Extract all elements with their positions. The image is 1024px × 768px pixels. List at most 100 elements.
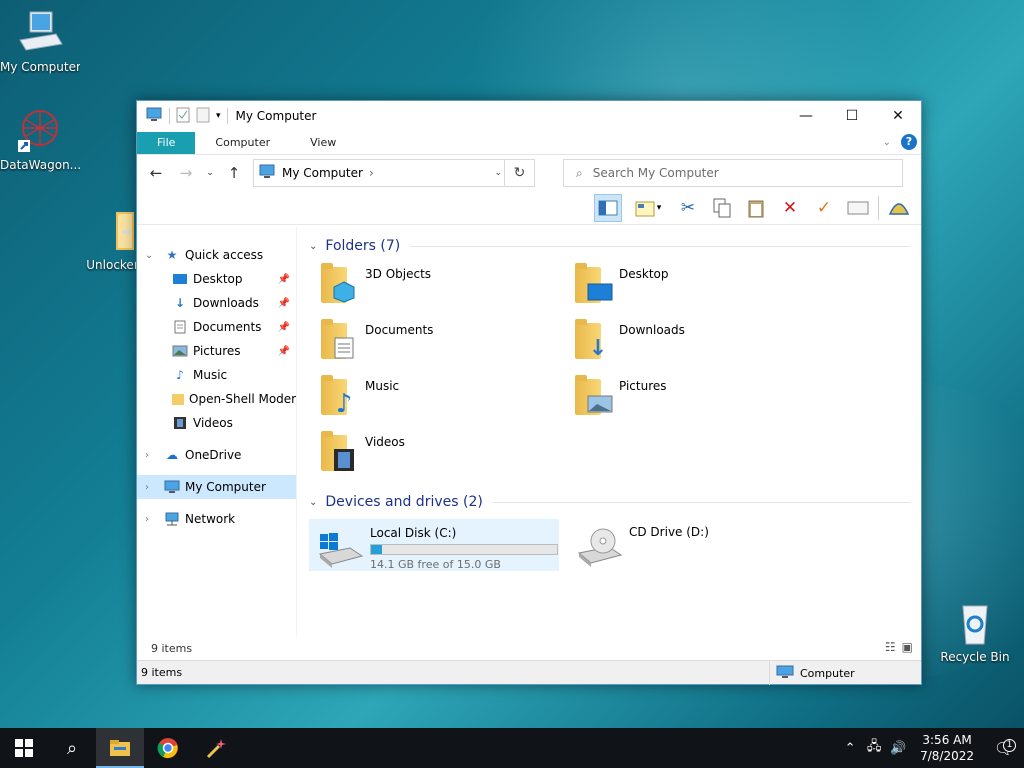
drive-cd-d[interactable]: CD Drive (D:): [569, 519, 819, 571]
magic-wand-taskbar-button[interactable]: [192, 728, 240, 768]
clock-date: 7/8/2022: [920, 749, 974, 763]
tab-file[interactable]: File: [137, 132, 196, 154]
chevron-down-icon[interactable]: ⌄: [145, 250, 163, 261]
search-input[interactable]: ⌕ Search My Computer: [563, 159, 903, 187]
drives-list: Local Disk (C:) 14.1 GB free of 15.0 GB …: [309, 519, 911, 571]
drive-usage-bar: [370, 544, 558, 555]
drive-local-disk-c[interactable]: Local Disk (C:) 14.1 GB free of 15.0 GB: [309, 519, 559, 571]
navigation-pane: ⌄ ★ Quick access Desktop 📌 ↓ Downloads 📌…: [137, 227, 297, 636]
email-icon[interactable]: [844, 194, 872, 222]
navigation-pane-button[interactable]: [594, 193, 622, 222]
properties-icon[interactable]: [176, 107, 190, 126]
chevron-right-icon[interactable]: ›: [145, 514, 163, 525]
chevron-up-icon[interactable]: ⌃: [838, 741, 862, 756]
close-button[interactable]: ✕: [875, 101, 921, 131]
view-options-button[interactable]: ▾: [628, 194, 668, 222]
nav-music[interactable]: ♪ Music: [137, 363, 296, 387]
folder-documents[interactable]: Documents: [319, 317, 573, 373]
tab-computer[interactable]: Computer: [195, 132, 290, 154]
nav-pictures[interactable]: Pictures 📌: [137, 339, 296, 363]
folder-desktop[interactable]: Desktop: [573, 261, 827, 317]
address-dropdown-icon[interactable]: ⌄: [494, 168, 502, 178]
chevron-down-icon[interactable]: ▾: [216, 111, 221, 121]
desktop-icon-datawagon[interactable]: DataWagon...: [0, 108, 80, 172]
chevron-down-icon[interactable]: ⌄: [309, 497, 317, 508]
cloud-icon: ☁: [166, 448, 178, 462]
folder-pictures[interactable]: Pictures: [573, 373, 827, 429]
copy-icon[interactable]: [708, 194, 736, 222]
search-button[interactable]: ⌕: [48, 728, 96, 768]
videos-folder-icon: [319, 429, 365, 477]
help-icon[interactable]: ?: [901, 134, 917, 150]
nav-quick-access[interactable]: ⌄ ★ Quick access: [137, 243, 296, 267]
computer-icon: [16, 10, 64, 58]
new-folder-icon[interactable]: [196, 107, 210, 126]
chevron-right-icon[interactable]: ›: [145, 482, 163, 493]
music-icon: ♪: [176, 368, 184, 382]
start-button[interactable]: [0, 728, 48, 768]
content-pane: ⌄ Folders (7) 3D Objects Desktop Documen…: [297, 227, 921, 636]
nav-desktop[interactable]: Desktop 📌: [137, 267, 296, 291]
nav-open-shell[interactable]: Open-Shell Modern: [137, 387, 296, 411]
breadcrumb-separator[interactable]: ›: [369, 166, 374, 180]
desktop-folder-icon: [573, 261, 619, 309]
nav-downloads[interactable]: ↓ Downloads 📌: [137, 291, 296, 315]
pin-icon: 📌: [277, 297, 290, 309]
minimize-button[interactable]: —: [783, 101, 829, 131]
folder-videos[interactable]: Videos: [319, 429, 573, 485]
expand-ribbon-icon[interactable]: ⌄: [883, 137, 891, 148]
quick-access-toolbar: ▾: [145, 107, 228, 126]
folder-3d-objects[interactable]: 3D Objects: [319, 261, 573, 317]
paste-icon[interactable]: [742, 194, 770, 222]
item-count: 9 items: [151, 641, 193, 655]
back-button[interactable]: ←: [145, 164, 167, 182]
pin-icon: 📌: [277, 345, 290, 357]
cut-icon[interactable]: ✂: [674, 194, 702, 222]
chrome-taskbar-button[interactable]: [144, 728, 192, 768]
tab-view[interactable]: View: [290, 132, 356, 154]
nav-my-computer[interactable]: › My Computer: [137, 475, 296, 499]
up-button[interactable]: ↑: [223, 164, 245, 182]
properties-check-icon[interactable]: ✓: [810, 194, 838, 222]
status-zone: Computer: [769, 661, 855, 685]
action-center-button[interactable]: 🗨 1: [984, 738, 1024, 758]
drive-name: Local Disk (C:): [370, 526, 457, 540]
download-arrow-icon: ↓: [174, 296, 186, 310]
maximize-button[interactable]: ☐: [829, 101, 875, 131]
folder-downloads[interactable]: ↓ Downloads: [573, 317, 827, 373]
large-icons-view-icon[interactable]: ▣: [902, 640, 913, 654]
folder-music[interactable]: ♪ Music: [319, 373, 573, 429]
devices-group-header[interactable]: ⌄ Devices and drives (2): [309, 491, 911, 513]
status-bar-upper: 9 items ☷ ▣: [137, 636, 921, 660]
nav-network[interactable]: › Network: [137, 507, 296, 531]
nav-documents[interactable]: Documents 📌: [137, 315, 296, 339]
search-icon: ⌕: [576, 165, 583, 180]
details-view-icon[interactable]: ☷: [885, 640, 896, 654]
network-icon[interactable]: 🖧: [862, 737, 886, 759]
address-path[interactable]: My Computer: [282, 166, 363, 180]
open-shell-icon[interactable]: [885, 194, 913, 222]
recent-locations-button[interactable]: ⌄: [205, 168, 215, 178]
delete-icon[interactable]: ✕: [776, 194, 804, 222]
address-bar[interactable]: My Computer › ⌄ ↻: [253, 159, 535, 187]
status-bar-lower: 9 items Computer: [137, 660, 921, 685]
computer-icon: [776, 665, 794, 682]
nav-videos[interactable]: Videos: [137, 411, 296, 435]
computer-icon: [145, 107, 163, 126]
system-tray: ⌃ 🖧 🔊 3:56 AM 7/8/2022 🗨 1: [838, 728, 1024, 768]
refresh-button[interactable]: ↻: [504, 160, 534, 186]
forward-button[interactable]: →: [175, 164, 197, 182]
search-icon: ⌕: [66, 737, 78, 759]
desktop-icon-recycle-bin[interactable]: Recycle Bin: [935, 600, 1015, 664]
desktop-icon-my-computer[interactable]: My Computer: [0, 10, 80, 74]
clock[interactable]: 3:56 AM 7/8/2022: [910, 732, 984, 764]
chevron-right-icon[interactable]: ›: [145, 450, 163, 461]
file-explorer-taskbar-button[interactable]: [96, 728, 144, 768]
nav-onedrive[interactable]: › ☁ OneDrive: [137, 443, 296, 467]
network-icon: [163, 511, 181, 527]
navigation-bar: ← → ⌄ ↑ My Computer › ⌄ ↻ ⌕ Search My Co…: [137, 155, 921, 191]
volume-icon[interactable]: 🔊: [886, 741, 910, 756]
folders-group-header[interactable]: ⌄ Folders (7): [309, 235, 911, 257]
title-bar[interactable]: ▾ My Computer — ☐ ✕: [137, 101, 921, 131]
chevron-down-icon[interactable]: ⌄: [309, 241, 317, 252]
